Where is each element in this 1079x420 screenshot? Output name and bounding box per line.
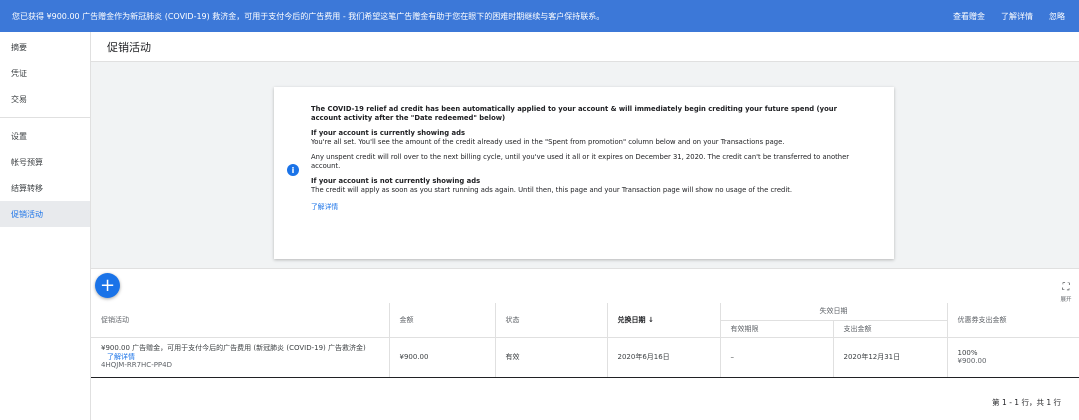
showing-ads-title: If your account is currently showing ads	[311, 129, 465, 137]
view-credit-link[interactable]: 查看赠金	[953, 11, 985, 22]
col-header-status[interactable]: 状态	[494, 303, 607, 338]
info-learn-more-link[interactable]: 了解详情	[311, 203, 861, 212]
not-showing-ads-title: If your account is not currently showing…	[311, 177, 481, 185]
col-header-amount[interactable]: 金额	[388, 303, 495, 338]
rollover-text: Any unspent credit will roll over to the…	[311, 153, 850, 170]
sidebar-item-promotions[interactable]: 促销活动	[0, 201, 90, 227]
sidebar: 摘要 凭证 交易 设置 帐号预算 结算转移 促销活动	[0, 32, 91, 420]
expand-button[interactable]: ⛶ 展开	[1059, 275, 1073, 303]
table-row: ¥900.00 广告赠金，可用于支付今后的广告费用 (新冠肺炎 (COVID-1…	[91, 337, 1079, 378]
promotion-name: ¥900.00 广告赠金，可用于支付今后的广告费用 (新冠肺炎 (COVID-1…	[101, 344, 366, 353]
sidebar-divider	[0, 117, 90, 118]
pagination-text: 第 1 - 1 行，共 1 行	[992, 398, 1061, 407]
info-card: i The COVID-19 relief ad credit has been…	[274, 87, 894, 259]
redeemed-header-label: 兑换日期	[617, 315, 646, 324]
col-header-coupon-spend[interactable]: 优惠券支出金额	[946, 303, 1079, 338]
sidebar-item-account-budget[interactable]: 帐号预算	[0, 149, 90, 175]
sidebar-item-documents[interactable]: 凭证	[0, 60, 90, 86]
fullscreen-icon: ⛶	[1062, 282, 1070, 293]
not-showing-ads-body: The credit will apply as soon as you sta…	[311, 186, 793, 194]
sort-arrow-icon: ↓	[647, 315, 654, 324]
add-promotion-button[interactable]: +	[95, 273, 120, 298]
col-header-validity[interactable]: 有效期限	[719, 320, 833, 338]
banner-learn-more-link[interactable]: 了解详情	[1001, 11, 1033, 22]
sidebar-item-transactions[interactable]: 交易	[0, 86, 90, 112]
promotion-id: 4HQJM-RR7HC-PP4D	[101, 361, 173, 370]
cell-spend-amount: 2020年12月31日	[832, 337, 947, 378]
cell-redeemed: 2020年6月16日	[606, 337, 720, 378]
sidebar-item-billing-transfer[interactable]: 结算转移	[0, 175, 90, 201]
dismiss-link[interactable]: 忽略	[1049, 11, 1065, 22]
coupon-amount: ¥900.00	[957, 357, 987, 365]
main-content: 促销活动 i The COVID-19 relief ad credit has…	[91, 32, 1079, 420]
coupon-percent: 100%	[957, 349, 978, 357]
cell-validity: –	[719, 337, 833, 378]
page-title: 促销活动	[91, 32, 1079, 62]
info-icon: i	[287, 164, 299, 176]
showing-ads-body: You're all set. You'll see the amount of…	[311, 138, 785, 146]
col-header-spend-amount[interactable]: 支出金额	[832, 320, 947, 338]
expand-label: 展开	[1060, 297, 1072, 303]
sidebar-item-summary[interactable]: 摘要	[0, 34, 90, 60]
col-group-expiry: 失效日期	[719, 303, 947, 321]
col-header-redeemed[interactable]: 兑换日期 ↓	[606, 303, 720, 338]
promotions-table-panel: + ⛶ 展开 促销活动 金额 状态 兑换日期 ↓ 失效日期 优惠券支出金额 有效…	[91, 268, 1079, 420]
sidebar-item-settings[interactable]: 设置	[0, 123, 90, 149]
promotions-table: 促销活动 金额 状态 兑换日期 ↓ 失效日期 优惠券支出金额 有效期限 支出金额…	[91, 303, 1079, 378]
cell-amount: ¥900.00	[388, 337, 495, 378]
cell-status: 有效	[494, 337, 607, 378]
promo-banner: 您已获得 ¥900.00 广告赠金作为新冠肺炎 (COVID-19) 救济金，可…	[0, 0, 1079, 32]
row-learn-more-link[interactable]: 了解详情	[101, 353, 379, 362]
info-heading: The COVID-19 relief ad credit has been a…	[311, 105, 837, 122]
banner-message: 您已获得 ¥900.00 广告赠金作为新冠肺炎 (COVID-19) 救济金，可…	[12, 11, 605, 21]
plus-icon: +	[99, 275, 116, 296]
col-header-promotion[interactable]: 促销活动	[91, 303, 389, 338]
